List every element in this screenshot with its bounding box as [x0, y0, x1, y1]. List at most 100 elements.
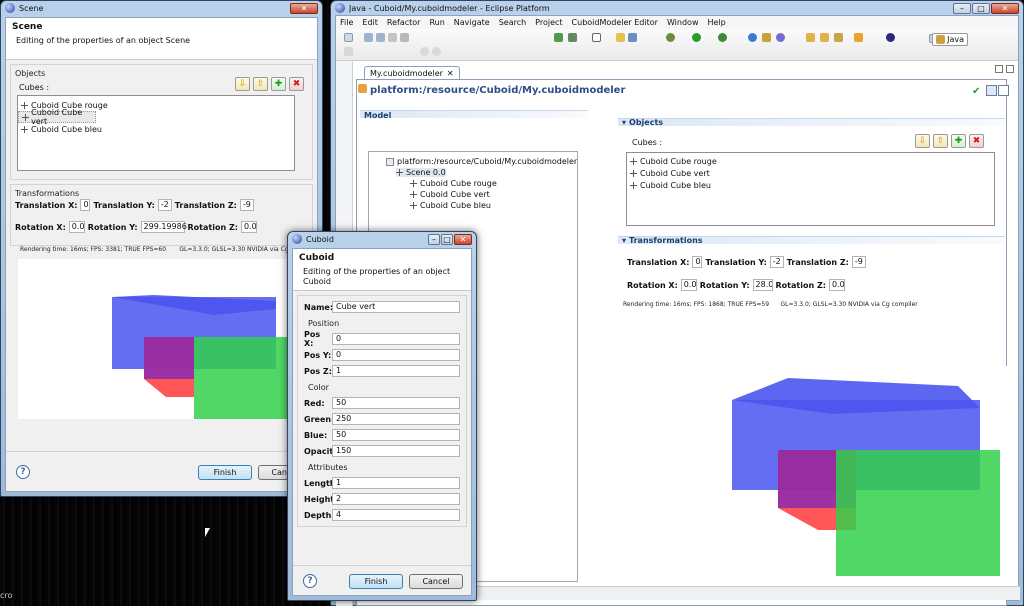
- close-button[interactable]: ✕: [991, 2, 1019, 14]
- menu-run[interactable]: Run: [429, 18, 444, 27]
- list-item[interactable]: Cuboid Cube rouge: [627, 155, 994, 167]
- delete-button[interactable]: ✖: [969, 134, 984, 148]
- menu-help[interactable]: Help: [707, 18, 725, 27]
- move-up-button[interactable]: ⇧: [253, 77, 268, 91]
- minimize-button[interactable]: –: [953, 2, 971, 14]
- menu-search[interactable]: Search: [499, 18, 526, 27]
- save-icon[interactable]: [364, 33, 373, 42]
- opacity-field[interactable]: 150: [332, 445, 460, 457]
- open-type-icon[interactable]: [628, 33, 637, 42]
- scene-titlebar[interactable]: Scene ✕: [1, 1, 322, 15]
- depth-field[interactable]: 4: [332, 509, 460, 521]
- list-item[interactable]: Cuboid Cube vert: [627, 167, 994, 179]
- editor-tab[interactable]: My.cuboidmodeler ✕: [364, 66, 460, 79]
- tree-item[interactable]: Cuboid Cube rouge: [410, 179, 497, 188]
- package-icon[interactable]: [554, 33, 563, 42]
- eclipse-titlebar[interactable]: Java - Cuboid/My.cuboidmodeler - Eclipse…: [331, 1, 1023, 15]
- close-button[interactable]: ✕: [290, 2, 318, 14]
- menu-project[interactable]: Project: [535, 18, 562, 27]
- move-down-button[interactable]: ⇩: [235, 77, 250, 91]
- close-button[interactable]: ✕: [454, 233, 472, 245]
- maximize-button[interactable]: □: [441, 233, 453, 245]
- new-package-icon[interactable]: [762, 33, 771, 42]
- open-folder-icon[interactable]: [616, 33, 625, 42]
- move-up-button[interactable]: ⇧: [933, 134, 948, 148]
- build-icon[interactable]: [400, 33, 409, 42]
- validate-icon[interactable]: ✔: [972, 86, 980, 97]
- layout-icon[interactable]: [986, 85, 997, 96]
- back-icon[interactable]: [420, 47, 429, 56]
- add-button[interactable]: ✚: [951, 134, 966, 148]
- tab-close-icon[interactable]: ✕: [447, 69, 454, 78]
- open-resource-icon[interactable]: [806, 33, 815, 42]
- eclipse-3d-viewport[interactable]: [716, 366, 1007, 594]
- jar-icon[interactable]: [568, 33, 577, 42]
- pos-y-field[interactable]: 0: [332, 349, 460, 361]
- height-field[interactable]: 2: [332, 493, 460, 505]
- task-icon[interactable]: [592, 33, 601, 42]
- list-item[interactable]: Cuboid Cube bleu: [18, 123, 294, 135]
- rotation-z-field[interactable]: 0.0: [240, 221, 257, 233]
- pin-icon[interactable]: [854, 33, 863, 42]
- cancel-button[interactable]: Cancel: [409, 574, 463, 589]
- cubes-list[interactable]: Cuboid Cube rouge Cuboid Cube vert Cuboi…: [17, 95, 295, 171]
- pen-icon[interactable]: [834, 33, 843, 42]
- delete-button[interactable]: ✖: [289, 77, 304, 91]
- external-tools-icon[interactable]: [718, 33, 727, 42]
- translation-y-field[interactable]: -2: [157, 199, 172, 211]
- maximize-button[interactable]: □: [972, 2, 990, 14]
- blue-field[interactable]: 50: [332, 429, 460, 441]
- translation-z-field[interactable]: -9: [239, 199, 254, 211]
- globe-icon[interactable]: [886, 33, 895, 42]
- new-interface-icon[interactable]: [776, 33, 785, 42]
- tree-item[interactable]: Cuboid Cube vert: [410, 190, 490, 199]
- debug-icon[interactable]: [666, 33, 675, 42]
- cuboid-titlebar[interactable]: Cuboid – □ ✕: [288, 232, 476, 246]
- pos-z-field[interactable]: 1: [332, 365, 460, 377]
- java-perspective-button[interactable]: Java: [932, 33, 968, 46]
- finish-button[interactable]: Finish: [198, 465, 252, 480]
- rotation-x-field[interactable]: 0.0: [680, 279, 697, 291]
- menu-cuboidmodeler-editor[interactable]: CuboidModeler Editor: [572, 18, 658, 27]
- minimize-button[interactable]: –: [428, 233, 440, 245]
- new-class-icon[interactable]: [748, 33, 757, 42]
- menu-window[interactable]: Window: [667, 18, 699, 27]
- objects-section-title[interactable]: ▾ Objects: [622, 118, 663, 127]
- forward-icon[interactable]: [432, 47, 441, 56]
- name-field[interactable]: Cube vert: [332, 301, 460, 313]
- translation-y-field[interactable]: -2: [769, 256, 784, 268]
- green-field[interactable]: 250: [332, 413, 460, 425]
- menu-refactor[interactable]: Refactor: [387, 18, 421, 27]
- save-all-icon[interactable]: [376, 33, 385, 42]
- layout2-icon[interactable]: [998, 85, 1009, 96]
- rotation-y-field[interactable]: 299.19986: [140, 221, 187, 233]
- run-icon[interactable]: [692, 33, 701, 42]
- rotation-x-field[interactable]: 0.0: [68, 221, 85, 233]
- translation-x-field[interactable]: 0: [692, 256, 703, 268]
- tree-scene[interactable]: Scene 0.0: [396, 168, 446, 177]
- help-icon[interactable]: ?: [16, 465, 30, 479]
- cubes-list[interactable]: Cuboid Cube rouge Cuboid Cube vert Cuboi…: [626, 152, 995, 226]
- scene-3d-viewport[interactable]: [18, 259, 290, 419]
- move-down-button[interactable]: ⇩: [915, 134, 930, 148]
- translation-x-field[interactable]: 0: [80, 199, 91, 211]
- length-field[interactable]: 1: [332, 477, 460, 489]
- menu-edit[interactable]: Edit: [362, 18, 378, 27]
- list-item[interactable]: Cuboid Cube bleu: [627, 179, 994, 191]
- red-field[interactable]: 50: [332, 397, 460, 409]
- maximize-view-icon[interactable]: [1006, 65, 1014, 73]
- search-icon[interactable]: [344, 47, 353, 56]
- list-item-selected[interactable]: Cuboid Cube vert: [18, 108, 96, 126]
- new-icon[interactable]: [344, 33, 353, 42]
- tree-item[interactable]: Cuboid Cube bleu: [410, 201, 491, 210]
- translation-z-field[interactable]: -9: [851, 256, 866, 268]
- rotation-y-field[interactable]: 28.00: [752, 279, 773, 291]
- rotation-z-field[interactable]: 0.0: [828, 279, 845, 291]
- help-icon[interactable]: ?: [303, 574, 317, 588]
- open-file-icon[interactable]: [820, 33, 829, 42]
- add-button[interactable]: ✚: [271, 77, 286, 91]
- transformations-section-title[interactable]: ▾ Transformations: [622, 236, 703, 245]
- menu-file[interactable]: File: [340, 18, 353, 27]
- print-icon[interactable]: [388, 33, 397, 42]
- minimize-view-icon[interactable]: [995, 65, 1003, 73]
